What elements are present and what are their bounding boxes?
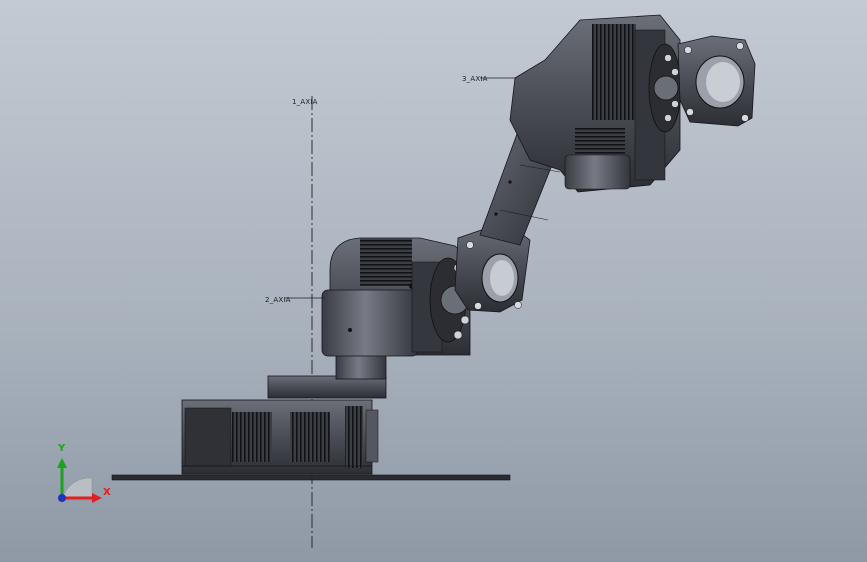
axis-label-top: 1_AXIA	[292, 98, 318, 106]
base-motor	[181, 399, 379, 475]
axis-label-upper-right: 3_AXIA	[462, 75, 488, 83]
coordinate-triad	[57, 458, 102, 503]
wrist-clamp	[677, 35, 756, 127]
base-plate	[111, 474, 511, 481]
robot-arm-model[interactable]	[0, 0, 867, 562]
triad-y-label: Y	[58, 443, 66, 454]
triad-x-label: X	[103, 487, 111, 498]
shoulder-motor	[321, 237, 471, 357]
axis-label-middle: 2_AXIA	[265, 296, 291, 304]
model-viewport[interactable]: 1_AXIA 2_AXIA 3_AXIA Y X	[0, 0, 867, 562]
